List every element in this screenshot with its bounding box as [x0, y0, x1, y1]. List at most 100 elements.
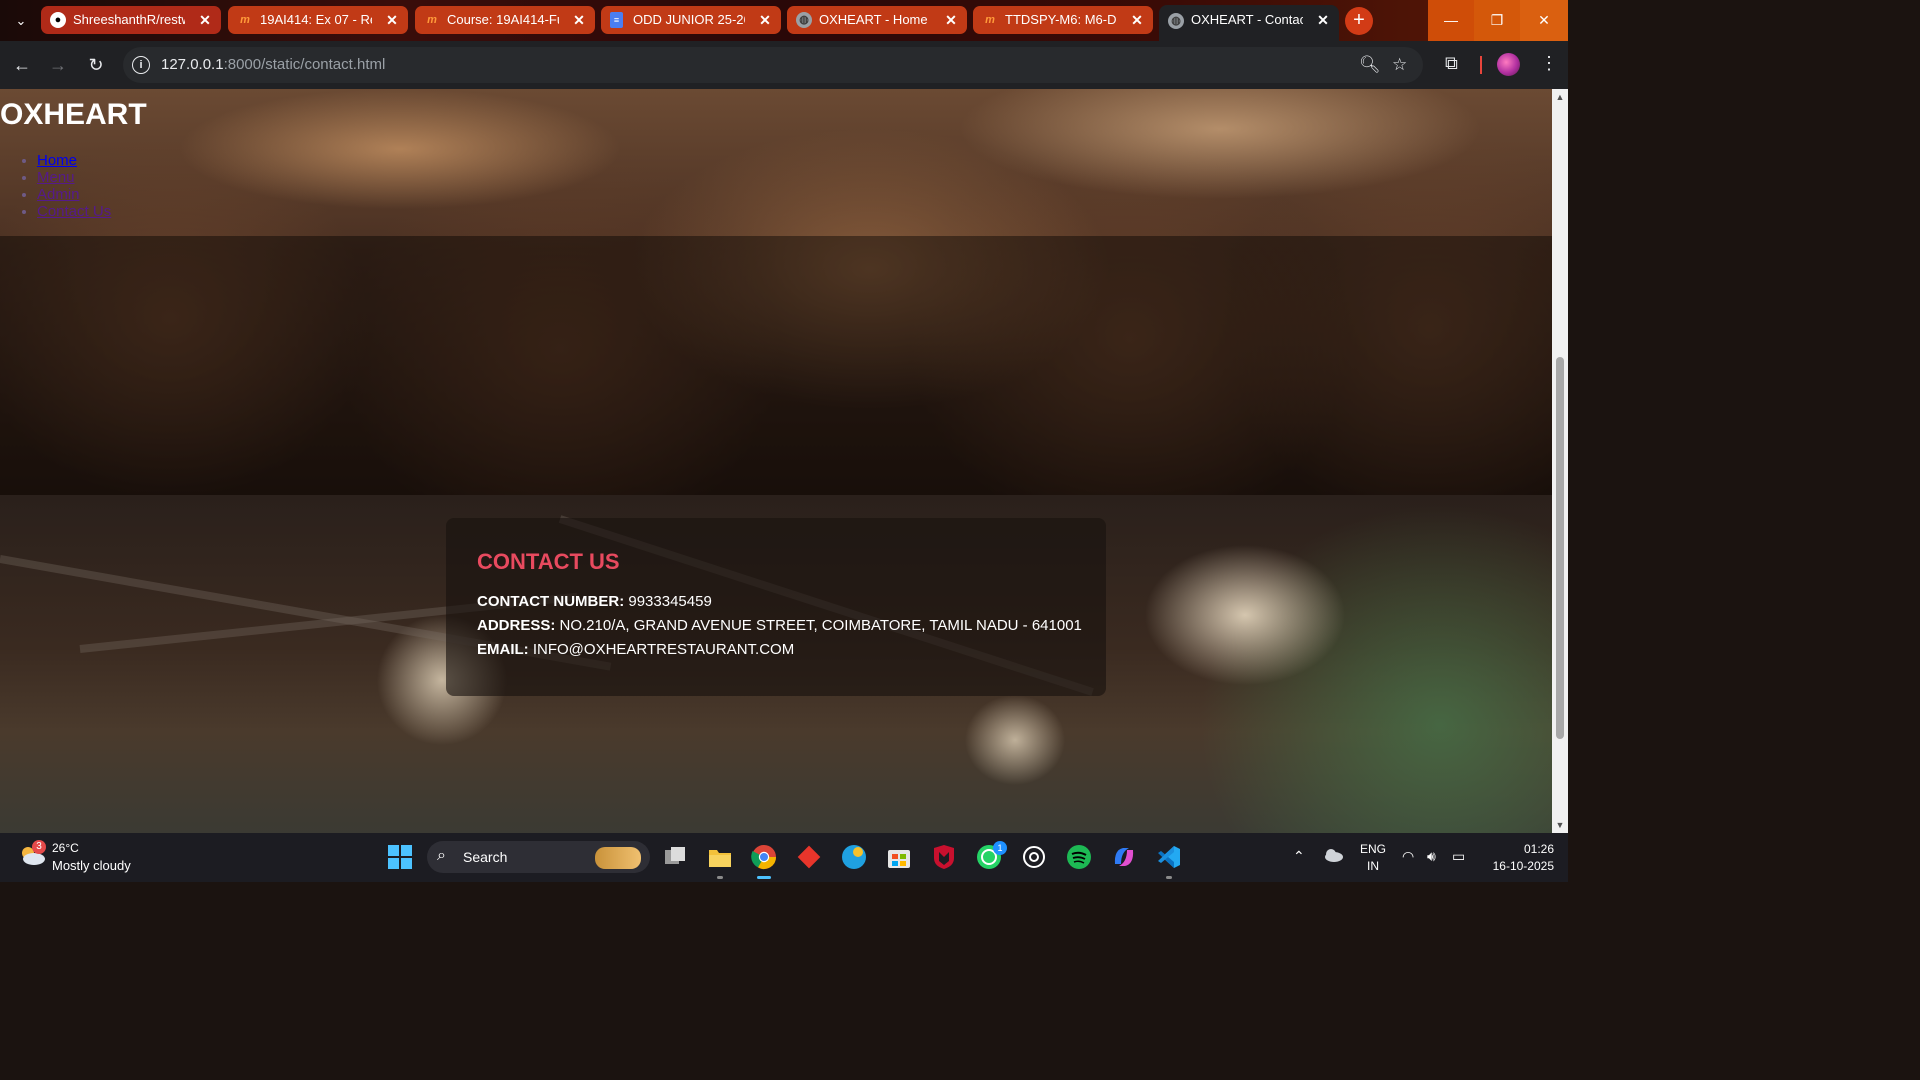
hero-dark-overlay	[0, 236, 1552, 495]
site-title: OXHEART	[0, 98, 147, 131]
chatgpt-icon[interactable]	[1021, 844, 1047, 870]
main-nav: Home Menu Admin Contact Us	[0, 152, 111, 220]
git-diamond-icon[interactable]	[796, 844, 822, 870]
tab-moodle-ex07[interactable]: m 19AI414: Ex 07 - Rest ✕	[228, 6, 408, 34]
windows-taskbar: 3 26°C Mostly cloudy ⌕ Search 1 ⌃ ENG IN…	[0, 833, 1568, 882]
spotify-icon[interactable]	[1066, 844, 1092, 870]
wifi-icon[interactable]: ◠	[1402, 848, 1414, 865]
nav-link-admin[interactable]: Admin	[37, 186, 80, 203]
tab-strip: ⌄ ● ShreeshanthR/restwe ✕ m 19AI414: Ex …	[0, 0, 1568, 41]
chrome-icon[interactable]	[751, 844, 777, 870]
tab-title: OXHEART - Contact	[1191, 12, 1303, 27]
site-info-icon[interactable]: i	[132, 56, 150, 74]
scrollbar-thumb[interactable]	[1556, 357, 1564, 739]
scroll-up-arrow-icon[interactable]: ▲	[1555, 92, 1565, 102]
bookmark-star-icon[interactable]: ☆	[1392, 55, 1407, 75]
file-explorer-icon[interactable]	[707, 844, 733, 870]
language-code[interactable]: ENG	[1358, 842, 1388, 856]
copilot-icon[interactable]	[1111, 844, 1137, 870]
restore-icon[interactable]: ❐	[1474, 0, 1520, 41]
github-icon: ●	[50, 12, 66, 28]
address-line: ADDRESS: NO.210/A, GRAND AVENUE STREET, …	[477, 617, 1082, 634]
chevron-up-icon[interactable]: ⌃	[1293, 848, 1305, 865]
edge-icon[interactable]	[841, 844, 867, 870]
minimize-icon[interactable]: —	[1428, 0, 1474, 41]
reload-icon[interactable]: ↻	[84, 53, 108, 77]
google-docs-icon: ≡	[610, 12, 623, 28]
taskbar-search[interactable]: ⌕ Search	[427, 841, 650, 873]
microsoft-store-icon[interactable]	[886, 844, 912, 870]
tab-close-icon[interactable]: ✕	[757, 6, 773, 34]
weather-temperature[interactable]: 26°C	[52, 841, 79, 855]
new-tab-button[interactable]: +	[1345, 7, 1373, 35]
running-indicator	[1166, 876, 1172, 879]
battery-icon[interactable]: ▭	[1452, 848, 1465, 865]
forward-arrow-icon[interactable]: →	[46, 53, 70, 77]
tab-title: TTDSPY-M6: M6-D3	[1005, 12, 1117, 27]
tab-close-icon[interactable]: ✕	[197, 6, 213, 34]
zoom-icon[interactable]: 🔍︎	[1359, 55, 1381, 75]
tab-title: ODD JUNIOR 25-26	[633, 12, 745, 27]
tab-moodle-course[interactable]: m Course: 19AI414-Fun ✕	[415, 6, 595, 34]
address-bar[interactable]: i 127.0.0.1:8000/static/contact.html 🔍︎ …	[123, 47, 1423, 83]
nav-item-contact: Contact Us	[37, 203, 111, 220]
task-view-icon[interactable]	[662, 844, 688, 870]
vscode-icon[interactable]	[1156, 844, 1182, 870]
volume-icon[interactable]: 🔊︎	[1427, 848, 1436, 865]
globe-icon: ◍	[1168, 13, 1184, 29]
contact-number-line: CONTACT NUMBER: 9933345459	[477, 593, 712, 610]
url-text[interactable]: 127.0.0.1:8000/static/contact.html	[161, 56, 385, 73]
profile-avatar[interactable]	[1497, 53, 1520, 76]
contact-heading: CONTACT US	[477, 549, 620, 574]
tab-oxheart-home[interactable]: ◍ OXHEART - Home ✕	[787, 6, 967, 34]
tab-title: OXHEART - Home	[819, 12, 928, 27]
weather-description[interactable]: Mostly cloudy	[52, 858, 131, 873]
contact-number-label: CONTACT NUMBER:	[477, 593, 625, 610]
tab-close-icon[interactable]: ✕	[1129, 6, 1145, 34]
menu-kebab-icon[interactable]: ⋮	[1540, 53, 1558, 74]
email-line: EMAIL: INFO@OXHEARTRESTAURANT.COM	[477, 641, 794, 658]
onedrive-cloud-icon[interactable]	[1322, 847, 1344, 863]
moodle-icon: m	[240, 14, 250, 26]
clock-date[interactable]: 16-10-2025	[1484, 859, 1554, 873]
address-value: NO.210/A, GRAND AVENUE STREET, COIMBATOR…	[559, 617, 1082, 634]
search-label: Search	[463, 849, 508, 865]
nav-item-admin: Admin	[37, 186, 111, 203]
tab-moodle-ttdspy[interactable]: m TTDSPY-M6: M6-D3 ✕	[973, 6, 1153, 34]
contact-card: CONTACT US CONTACT NUMBER: 9933345459 AD…	[446, 518, 1106, 696]
nav-link-contact[interactable]: Contact Us	[37, 203, 111, 220]
extensions-icon[interactable]: ⧉	[1445, 53, 1458, 74]
weather-badge: 3	[32, 840, 46, 854]
windows-start-icon[interactable]	[387, 844, 413, 870]
profile-divider	[1480, 56, 1482, 74]
nav-link-home[interactable]: Home	[37, 152, 77, 169]
tab-github[interactable]: ● ShreeshanthR/restwe ✕	[41, 6, 221, 34]
window-close-icon[interactable]: ✕	[1520, 0, 1568, 41]
email-value: INFO@OXHEARTRESTAURANT.COM	[532, 641, 795, 658]
clock-time[interactable]: 01:26	[1484, 842, 1554, 856]
scroll-down-arrow-icon[interactable]: ▼	[1555, 820, 1565, 830]
contact-number-value: 9933345459	[628, 593, 712, 610]
tab-close-icon[interactable]: ✕	[571, 6, 587, 34]
moodle-icon: m	[427, 14, 437, 26]
running-indicator	[717, 876, 723, 879]
tab-google-doc[interactable]: ≡ ODD JUNIOR 25-26 ✕	[601, 6, 781, 34]
back-arrow-icon[interactable]: ←	[10, 53, 34, 77]
whatsapp-badge: 1	[993, 841, 1007, 855]
url-path: :8000/static/contact.html	[223, 56, 386, 73]
tab-oxheart-contact[interactable]: ◍ OXHEART - Contact ✕	[1159, 5, 1339, 41]
tab-close-icon[interactable]: ✕	[384, 6, 400, 34]
language-region[interactable]: IN	[1358, 859, 1388, 873]
page-scrollbar[interactable]: ▲ ▼	[1552, 89, 1568, 833]
tab-close-icon[interactable]: ✕	[1315, 5, 1331, 35]
tab-close-icon[interactable]: ✕	[943, 6, 959, 34]
globe-icon: ◍	[796, 12, 812, 28]
mcafee-shield-icon[interactable]	[931, 844, 957, 870]
tab-search-chevron-icon[interactable]: ⌄	[9, 10, 33, 32]
running-indicator-active	[757, 876, 771, 879]
email-label: EMAIL:	[477, 641, 529, 658]
nav-link-menu[interactable]: Menu	[37, 169, 75, 186]
url-host: 127.0.0.1	[161, 56, 224, 73]
browser-toolbar: ← → ↻ i 127.0.0.1:8000/static/contact.ht…	[0, 41, 1568, 89]
page-viewport: OXHEART Home Menu Admin Contact Us CONTA…	[0, 89, 1552, 833]
